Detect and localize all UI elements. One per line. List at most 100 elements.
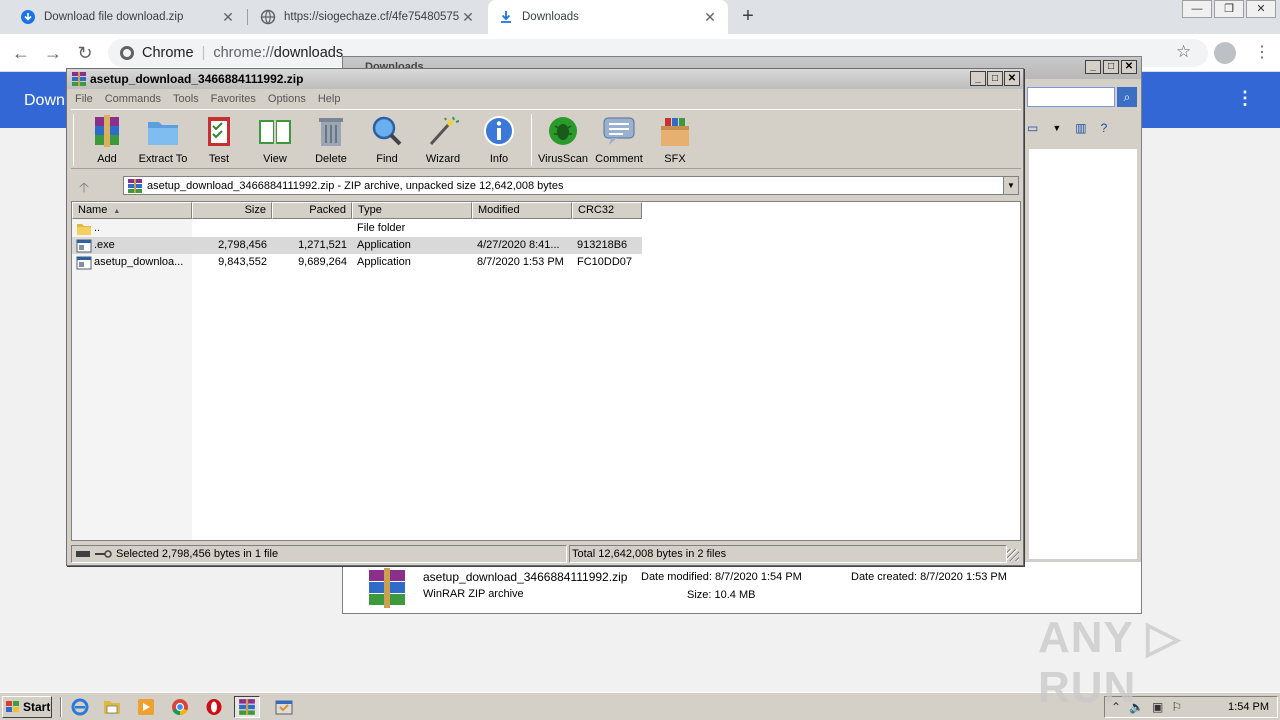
tab-label: https://siogechaze.cf/4fe75480575 (284, 11, 460, 23)
minimize-button[interactable]: _ (970, 71, 986, 86)
bookmark-star-icon[interactable]: ☆ (1176, 42, 1191, 62)
find-button[interactable]: Find (359, 114, 415, 165)
start-button[interactable]: Start (2, 696, 52, 718)
column-header-name[interactable]: Name ▲ (72, 202, 192, 219)
maximize-button[interactable]: □ (987, 71, 1003, 86)
winrar-taskbar-button[interactable] (234, 696, 260, 718)
sfx-box-icon (661, 118, 689, 146)
table-row-selected[interactable]: .exe 2,798,456 1,271,521 Application 4/2… (72, 237, 642, 254)
status-selected-text: Selected 2,798,456 bytes in 1 file (116, 548, 279, 560)
exe-icon (76, 256, 92, 269)
resize-grip-icon[interactable] (1007, 549, 1019, 561)
status-bar: Selected 2,798,456 bytes in 1 file Total… (71, 545, 1021, 563)
maximize-button[interactable]: □ (1103, 60, 1119, 74)
wand-icon (429, 116, 460, 146)
chrome-menu-icon[interactable]: ⋮ (1254, 42, 1270, 62)
chevron-down-icon[interactable]: ▼ (1003, 177, 1018, 194)
menu-commands[interactable]: Commands (105, 93, 161, 105)
tab-downloads[interactable]: Downloads ✕ (488, 0, 728, 34)
virusscan-button[interactable]: VirusScan (535, 114, 591, 165)
cell-crc32: 913218B6 (577, 239, 628, 251)
menu-favorites[interactable]: Favorites (211, 93, 256, 105)
cell-name: .exe (72, 237, 192, 254)
column-header-packed[interactable]: Packed (272, 202, 352, 219)
explorer-taskbar-button[interactable] (100, 696, 124, 718)
forward-button[interactable]: → (42, 42, 64, 64)
omnibox-chip: Chrome (142, 45, 194, 61)
menu-bar: File Commands Tools Favorites Options He… (67, 89, 1023, 109)
test-clipboard-icon (208, 117, 230, 146)
tool-label: Add (97, 153, 117, 165)
magnifier-icon (372, 116, 402, 146)
add-button[interactable]: Add (79, 114, 135, 165)
media-player-taskbar-button[interactable] (134, 696, 158, 718)
help-icon[interactable]: ? (1101, 121, 1108, 135)
details-date-created: Date created: 8/7/2020 1:53 PM (851, 571, 1007, 583)
close-button[interactable]: ✕ (1121, 60, 1137, 74)
close-tab-icon[interactable]: ✕ (702, 9, 718, 26)
close-tab-icon[interactable]: ✕ (460, 9, 476, 26)
minimize-button[interactable]: _ (1085, 60, 1101, 74)
close-tab-icon[interactable]: ✕ (220, 9, 236, 26)
chevron-down-icon[interactable]: ▼ (1052, 123, 1061, 133)
column-header-type[interactable]: Type (352, 202, 472, 219)
tab-siogechaze[interactable]: https://siogechaze.cf/4fe75480575 ✕ (250, 0, 486, 34)
chrome-taskbar-button[interactable] (168, 696, 192, 718)
program-taskbar-button[interactable] (270, 696, 298, 718)
close-button[interactable]: ✕ (1004, 71, 1020, 86)
column-header-crc32[interactable]: CRC32 (572, 202, 642, 219)
tab-label: Downloads (522, 11, 579, 23)
cell-packed: 1,271,521 (298, 239, 347, 251)
ie-taskbar-button[interactable] (68, 696, 92, 718)
list-header: Name ▲ Size Packed Type Modified CRC32 (72, 202, 1020, 219)
menu-help[interactable]: Help (318, 93, 341, 105)
cell-packed: 9,689,264 (298, 256, 347, 268)
start-label: Start (23, 700, 51, 714)
sfx-button[interactable]: SFX (647, 114, 703, 165)
cell-type: File folder (357, 222, 406, 234)
comment-button[interactable]: Comment (591, 114, 647, 165)
winrar-titlebar[interactable]: asetup_download_3466884111992.zip _ □ ✕ (67, 69, 1023, 89)
opera-taskbar-button[interactable] (202, 696, 226, 718)
table-row[interactable]: .. File folder (72, 220, 642, 237)
delete-button[interactable]: Delete (303, 114, 359, 165)
column-header-modified[interactable]: Modified (472, 202, 572, 219)
program-icon (275, 700, 293, 715)
search-icon[interactable]: ⌕ (1117, 87, 1137, 107)
menu-tools[interactable]: Tools (173, 93, 199, 105)
cell-modified: 8/7/2020 1:53 PM (477, 256, 564, 268)
more-actions-icon[interactable]: ⋮ (1236, 88, 1254, 109)
tab-download-file[interactable]: Download file download.zip ✕ (10, 0, 246, 34)
back-button[interactable]: ← (10, 42, 32, 64)
exe-icon (76, 239, 92, 252)
view-button[interactable]: View (247, 114, 303, 165)
table-row[interactable]: asetup_downloa... 9,843,552 9,689,264 Ap… (72, 254, 642, 271)
tool-label: Test (208, 153, 230, 165)
search-input[interactable] (1027, 87, 1115, 107)
winrar-icon (128, 178, 142, 193)
menu-file[interactable]: File (75, 93, 93, 105)
extract-to-button[interactable]: Extract To (135, 114, 191, 165)
restore-button[interactable]: ❐ (1214, 0, 1244, 18)
windows-flag-icon (6, 701, 19, 712)
cell-crc32: FC10DD07 (577, 256, 633, 268)
path-dropdown[interactable]: asetup_download_3466884111992.zip - ZIP … (123, 176, 1019, 195)
minimize-button[interactable]: — (1182, 0, 1212, 18)
close-button[interactable]: ✕ (1246, 0, 1276, 18)
wizard-button[interactable]: Wizard (415, 114, 471, 165)
column-label: Name (78, 204, 108, 216)
tool-label: Find (376, 153, 398, 165)
up-arrow-icon[interactable]: 🡡 (79, 177, 89, 201)
ie-icon (71, 698, 89, 716)
winrar-toolbar: Add Extract To Test View Delete Find Wiz… (71, 109, 1021, 169)
menu-options[interactable]: Options (268, 93, 306, 105)
view-icon[interactable]: ▭ (1027, 121, 1038, 135)
preview-pane-icon[interactable]: ▥ (1075, 121, 1086, 135)
column-header-size[interactable]: Size (192, 202, 272, 219)
winrar-window-controls: _ □ ✕ (970, 71, 1020, 86)
reload-button[interactable]: ↻ (74, 42, 96, 64)
info-button[interactable]: Info (471, 114, 527, 165)
new-tab-button[interactable]: + (738, 6, 758, 28)
profile-avatar[interactable] (1214, 42, 1236, 64)
test-button[interactable]: Test (191, 114, 247, 165)
